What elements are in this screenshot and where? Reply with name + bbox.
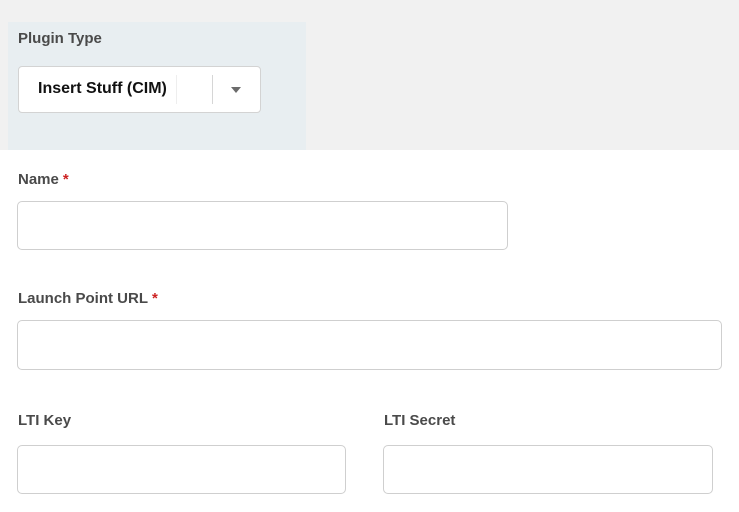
plugin-type-label: Plugin Type (18, 30, 102, 47)
lti-key-input[interactable] (17, 445, 346, 494)
launch-point-url-label-text: Launch Point URL (18, 290, 148, 307)
select-divider (212, 75, 213, 104)
name-label: Name * (18, 171, 69, 188)
launch-point-url-required-marker: * (152, 290, 158, 307)
name-label-text: Name (18, 171, 59, 188)
chevron-down-icon[interactable] (231, 87, 241, 93)
select-divider-faint (176, 75, 177, 104)
plugin-type-selected-value: Insert Stuff (CIM) (38, 80, 167, 97)
name-input[interactable] (17, 201, 508, 250)
plugin-type-select[interactable]: Insert Stuff (CIM) (18, 66, 261, 113)
lti-secret-input[interactable] (383, 445, 713, 494)
name-required-marker: * (62, 171, 69, 188)
launch-point-url-input[interactable] (17, 320, 722, 370)
lti-key-label: LTI Key (18, 412, 72, 429)
launch-point-url-label: Launch Point URL * (18, 290, 158, 307)
lti-secret-label: LTI Secret (384, 412, 456, 429)
plugin-settings-form: Plugin Type Insert Stuff (CIM) Name * Lau… (0, 0, 739, 512)
